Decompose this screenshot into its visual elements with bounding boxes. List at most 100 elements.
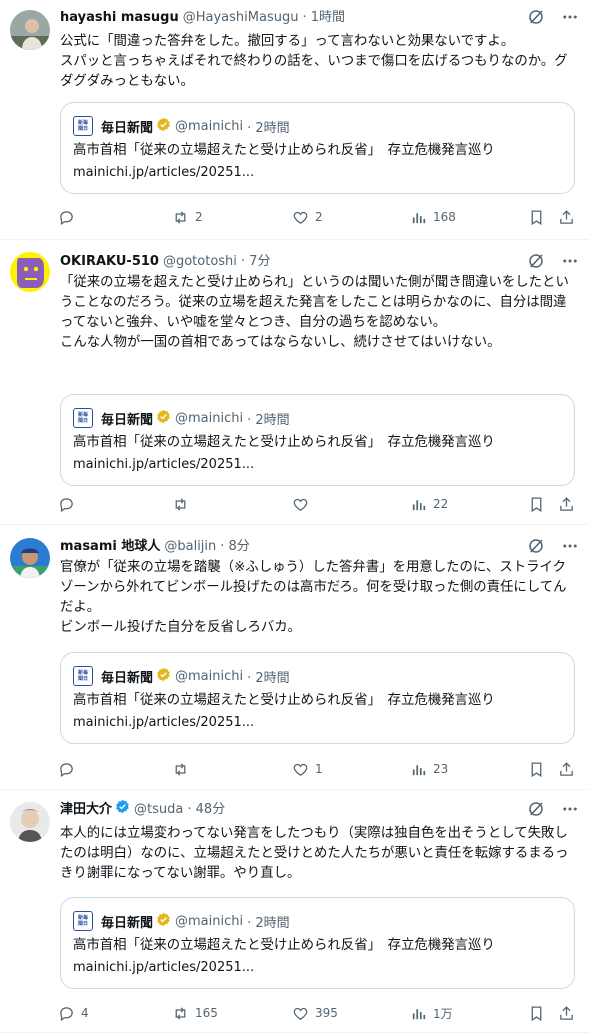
quoted-tweet-card[interactable]: 新毎 聞日 毎日新聞 @mainichi · 2時間 高市首相「従来の立場超えたと受け止め… xyxy=(60,394,575,486)
more-icon[interactable] xyxy=(561,800,579,818)
grok-icon[interactable] xyxy=(527,537,545,555)
more-icon[interactable] xyxy=(561,252,579,270)
quoted-tweet-card[interactable]: 新毎 聞日 毎日新聞 @mainichi · 2時間 高市首相「従来の立場超えたと受け止め… xyxy=(60,102,575,194)
views-button[interactable]: 23 xyxy=(410,759,448,779)
bookmark-icon xyxy=(528,761,545,778)
tweet[interactable]: masami 地球人 @balijin · 8分官僚が「従来の立場を踏襲（※ふしゅう… xyxy=(0,525,589,790)
quoted-text: 高市首相「従来の立場超えたと受け止められ反省」 存立危機発言巡り xyxy=(73,693,495,708)
likes-count: 2 xyxy=(315,210,323,224)
bookmark-button[interactable] xyxy=(528,759,545,779)
tweet[interactable]: 津田大介 @tsuda · 48分 本人的には立場変わってない発言をしたつもり（実際は… xyxy=(0,790,589,1033)
timestamp[interactable]: · 7分 xyxy=(241,252,271,272)
quoted-display-name: 毎日新聞 xyxy=(101,915,154,931)
avatar[interactable] xyxy=(10,10,50,50)
grok-icon[interactable] xyxy=(527,252,545,270)
handle[interactable]: @gototoshi xyxy=(163,252,237,272)
more-icon[interactable] xyxy=(561,8,579,26)
views-icon xyxy=(410,1005,427,1022)
quoted-tweet-card[interactable]: 新毎 聞日 毎日新聞 @mainichi · 2時間 高市首相「従来の立場超えたと受け止め… xyxy=(60,897,575,989)
share-icon xyxy=(558,496,575,513)
likes-count: 395 xyxy=(315,1006,338,1020)
tweet-header: 津田大介 @tsuda · 48分 xyxy=(60,799,579,821)
logo-line: 聞日 xyxy=(77,676,88,682)
handle[interactable]: @HayashiMasugu xyxy=(183,8,299,28)
reply-icon xyxy=(58,761,75,778)
action-bar: 22 xyxy=(58,494,579,514)
avatar[interactable] xyxy=(10,802,50,842)
reply-button[interactable] xyxy=(58,759,81,779)
share-button[interactable] xyxy=(558,1003,575,1023)
more-icon[interactable] xyxy=(561,537,579,555)
avatar[interactable] xyxy=(10,538,50,578)
handle[interactable]: @tsuda xyxy=(134,800,183,820)
repost-button[interactable]: 165 xyxy=(172,1003,218,1023)
views-button[interactable]: 1万 xyxy=(410,1003,453,1023)
handle[interactable]: @balijin xyxy=(164,537,216,557)
views-icon xyxy=(410,209,427,226)
header-icons xyxy=(527,800,579,818)
avatar[interactable] xyxy=(10,252,50,292)
reposts-count: 2 xyxy=(195,210,203,224)
logo-line: 聞日 xyxy=(77,126,88,132)
reply-button[interactable]: 4 xyxy=(58,1003,89,1023)
share-button[interactable] xyxy=(558,759,575,779)
display-name[interactable]: 津田大介 xyxy=(60,800,112,820)
mainichi-logo: 新毎 聞日 xyxy=(73,408,93,428)
verified-badge-icon xyxy=(112,799,130,821)
repost-button[interactable] xyxy=(172,759,195,779)
timestamp[interactable]: · 8分 xyxy=(220,537,250,557)
reply-icon xyxy=(58,1005,75,1022)
share-icon xyxy=(558,1005,575,1022)
like-button[interactable]: 1 xyxy=(292,759,323,779)
repost-icon xyxy=(172,496,189,513)
quoted-link[interactable]: mainichi.jp/articles/20251... xyxy=(73,958,254,978)
grok-icon[interactable] xyxy=(527,800,545,818)
bookmark-button[interactable] xyxy=(528,207,545,227)
quoted-display-name: 毎日新聞 xyxy=(101,412,154,428)
quoted-link[interactable]: mainichi.jp/articles/20251... xyxy=(73,455,254,475)
repost-button[interactable]: 2 xyxy=(172,207,203,227)
like-button[interactable] xyxy=(292,494,315,514)
quoted-handle: @mainichi xyxy=(175,668,244,684)
share-button[interactable] xyxy=(558,207,575,227)
quoted-timestamp: · 2時間 xyxy=(247,120,290,136)
display-name[interactable]: masami 地球人 xyxy=(60,537,160,557)
like-button[interactable]: 2 xyxy=(292,207,323,227)
mainichi-logo: 新毎 聞日 xyxy=(73,911,93,931)
timestamp[interactable]: · 48分 xyxy=(187,800,225,820)
share-icon xyxy=(558,761,575,778)
like-icon xyxy=(292,1005,309,1022)
tweet[interactable]: OKIRAKU-510 @gototoshi · 7分 「従来の立場を超えたと受け止め… xyxy=(0,240,589,525)
mainichi-logo: 新毎 聞日 xyxy=(73,666,93,686)
timestamp[interactable]: · 1時間 xyxy=(302,8,345,28)
quoted-text: 高市首相「従来の立場超えたと受け止められ反省」 存立危機発言巡り xyxy=(73,435,495,450)
views-button[interactable]: 168 xyxy=(410,207,456,227)
quoted-link[interactable]: mainichi.jp/articles/20251... xyxy=(73,163,254,183)
share-button[interactable] xyxy=(558,494,575,514)
tweet-text: 官僚が「従来の立場を踏襲（※ふしゅう）した答弁書」を用意したのに、ストライクゾー… xyxy=(60,560,567,635)
tweet-header: masami 地球人 @balijin · 8分 xyxy=(60,537,579,557)
reply-button[interactable] xyxy=(58,494,81,514)
display-name[interactable]: OKIRAKU-510 xyxy=(60,252,159,272)
repost-button[interactable] xyxy=(172,494,195,514)
views-count: 1万 xyxy=(433,1006,453,1021)
action-bar: 2 2 168 xyxy=(58,207,579,227)
like-button[interactable]: 395 xyxy=(292,1003,338,1023)
bookmark-icon xyxy=(528,1005,545,1022)
repost-icon xyxy=(172,209,189,226)
bookmark-button[interactable] xyxy=(528,494,545,514)
quoted-tweet-header: 新毎 聞日 毎日新聞 @mainichi · 2時間 xyxy=(73,115,290,137)
grok-icon[interactable] xyxy=(527,8,545,26)
bookmark-button[interactable] xyxy=(528,1003,545,1023)
timeline: hayashi masugu @HayashiMasugu · 1時間 公式に「間違っ… xyxy=(0,0,589,1033)
quoted-link[interactable]: mainichi.jp/articles/20251... xyxy=(73,713,254,733)
quoted-tweet-card[interactable]: 新毎 聞日 毎日新聞 @mainichi · 2時間 高市首相「従来の立場超えたと受け止め… xyxy=(60,652,575,744)
reply-button[interactable] xyxy=(58,207,81,227)
reposts-count: 165 xyxy=(195,1006,218,1020)
views-button[interactable]: 22 xyxy=(410,494,448,514)
tweet[interactable]: hayashi masugu @HayashiMasugu · 1時間 公式に「間違っ… xyxy=(0,0,589,240)
quoted-display-name: 毎日新聞 xyxy=(101,670,154,686)
display-name[interactable]: hayashi masugu xyxy=(60,8,179,28)
action-bar: 1 23 xyxy=(58,759,579,779)
views-count: 23 xyxy=(433,762,449,776)
